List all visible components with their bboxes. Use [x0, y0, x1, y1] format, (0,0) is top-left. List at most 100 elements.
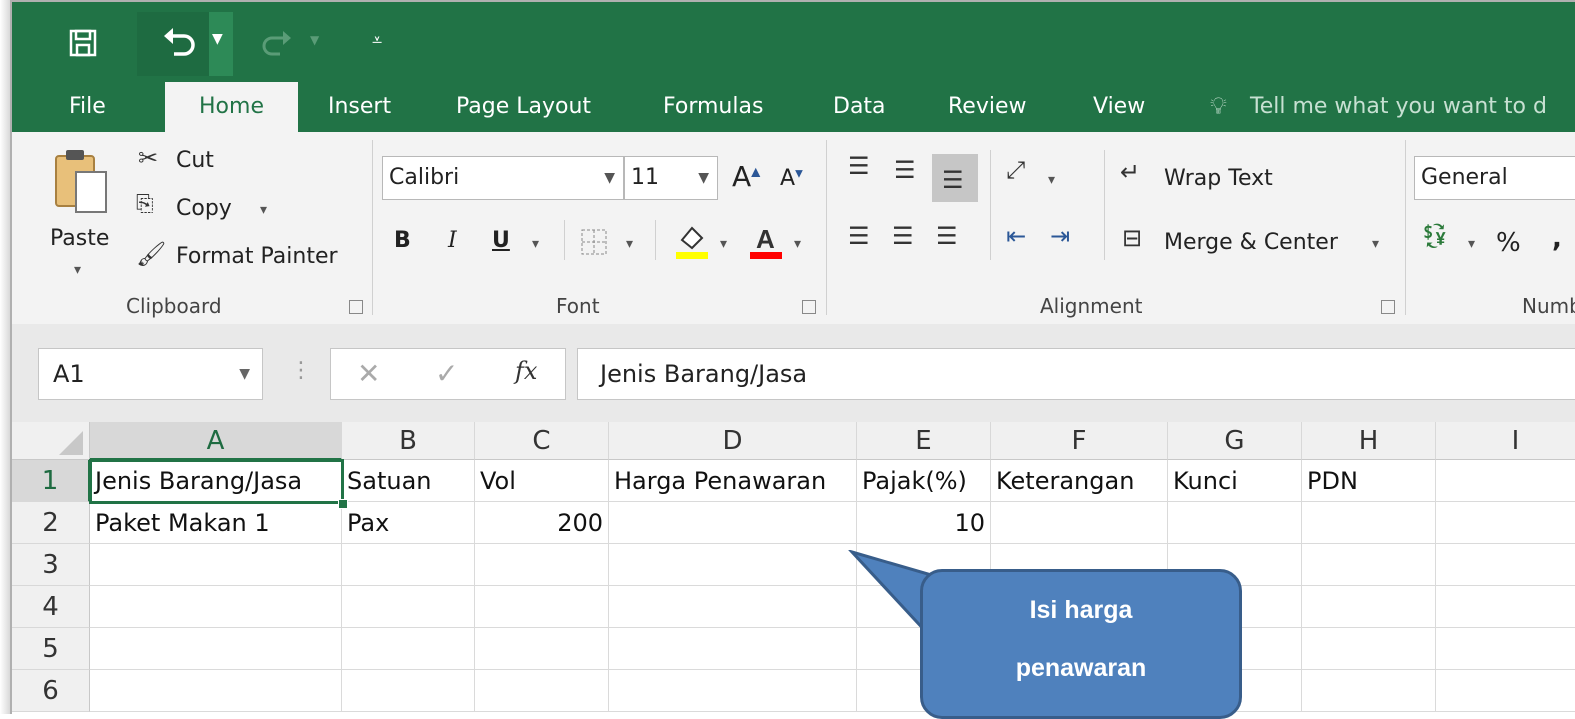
table-row[interactable]	[1436, 670, 1575, 712]
column-header[interactable]: I	[1436, 422, 1575, 460]
fill-color-icon[interactable]	[674, 222, 710, 260]
dialog-launcher-icon[interactable]	[802, 300, 816, 314]
cell-G1[interactable]: Kunci	[1168, 460, 1302, 502]
table-row[interactable]	[1436, 544, 1575, 586]
chevron-down-icon[interactable]: ▾	[720, 236, 727, 252]
cut-button[interactable]: Cut	[176, 148, 214, 173]
percent-button[interactable]: %	[1496, 228, 1521, 258]
table-row[interactable]	[1436, 628, 1575, 670]
chevron-down-icon[interactable]: ▾	[794, 236, 801, 252]
splitter-icon[interactable]: ⋮	[290, 358, 312, 383]
row-header[interactable]: 1	[12, 460, 90, 502]
cell-E1[interactable]: Pajak(%)	[857, 460, 991, 502]
cell-F2[interactable]	[991, 502, 1168, 544]
table-row[interactable]	[90, 628, 342, 670]
cell-D1[interactable]: Harga Penawaran	[609, 460, 857, 502]
cell-C1[interactable]: Vol	[475, 460, 609, 502]
table-row[interactable]	[342, 544, 475, 586]
save-button[interactable]	[68, 28, 98, 58]
column-header[interactable]: G	[1168, 422, 1302, 460]
table-row[interactable]	[475, 544, 609, 586]
column-header[interactable]: E	[857, 422, 991, 460]
cell-B1[interactable]: Satuan	[342, 460, 475, 502]
table-row[interactable]	[1302, 544, 1436, 586]
row-header[interactable]: 3	[12, 544, 90, 586]
table-row[interactable]	[342, 628, 475, 670]
table-row[interactable]	[475, 586, 609, 628]
decrease-indent-icon[interactable]: ⇤	[1006, 224, 1026, 248]
enter-icon[interactable]: ✓	[435, 357, 458, 390]
table-row[interactable]	[609, 628, 857, 670]
tell-me-search[interactable]: Tell me what you want to d	[1250, 82, 1547, 132]
row-header[interactable]: 5	[12, 628, 90, 670]
cell-D2[interactable]	[609, 502, 857, 544]
tab-home[interactable]: Home	[165, 82, 298, 132]
tab-data[interactable]: Data	[833, 82, 886, 132]
merge-center-button[interactable]: Merge & Center	[1164, 230, 1338, 255]
underline-button[interactable]: U	[492, 228, 510, 253]
cell-I2[interactable]	[1436, 502, 1575, 544]
table-row[interactable]	[475, 628, 609, 670]
chevron-down-icon[interactable]: ▾	[260, 202, 267, 218]
chevron-down-icon[interactable]: ▾	[1048, 172, 1055, 188]
table-row[interactable]	[90, 544, 342, 586]
bold-button[interactable]: B	[394, 228, 411, 253]
number-format-select[interactable]: General	[1414, 156, 1575, 200]
redo-icon[interactable]	[260, 28, 292, 56]
table-row[interactable]	[90, 586, 342, 628]
row-header[interactable]: 4	[12, 586, 90, 628]
orientation-icon[interactable]: ⤢	[1006, 158, 1025, 182]
cell-H1[interactable]: PDN	[1302, 460, 1436, 502]
align-right-icon[interactable]: ☰	[936, 224, 958, 248]
align-top-icon[interactable]: ☰	[848, 154, 870, 178]
tab-review[interactable]: Review	[948, 82, 1027, 132]
currency-icon[interactable]: 💱︎	[1420, 224, 1450, 248]
tab-file[interactable]: File	[69, 82, 106, 132]
align-left-icon[interactable]: ☰	[848, 224, 870, 248]
wrap-text-button[interactable]: Wrap Text	[1164, 166, 1273, 191]
tab-page-layout[interactable]: Page Layout	[456, 82, 591, 132]
format-painter-button[interactable]: Format Painter	[176, 244, 338, 269]
table-row[interactable]	[342, 670, 475, 712]
cell-H2[interactable]	[1302, 502, 1436, 544]
dialog-launcher-icon[interactable]	[1381, 300, 1395, 314]
chevron-down-icon[interactable]: ▾	[1468, 236, 1475, 252]
tab-formulas[interactable]: Formulas	[663, 82, 763, 132]
table-row[interactable]	[609, 670, 857, 712]
tab-insert[interactable]: Insert	[328, 82, 391, 132]
formula-input[interactable]: Jenis Barang/Jasa	[577, 348, 1575, 400]
cell-I1[interactable]	[1436, 460, 1575, 502]
copy-button[interactable]: Copy	[176, 196, 232, 221]
insert-function-button[interactable]: fx	[515, 357, 537, 385]
borders-icon[interactable]	[580, 228, 608, 256]
table-row[interactable]	[1302, 586, 1436, 628]
column-header[interactable]: A	[90, 422, 342, 460]
align-bottom-button[interactable]: ☰	[932, 154, 978, 202]
chevron-down-icon[interactable]: ▾	[1372, 236, 1379, 252]
paste-button[interactable]: Paste ▾	[48, 146, 118, 278]
align-center-icon[interactable]: ☰	[892, 224, 914, 248]
column-header[interactable]: D	[609, 422, 857, 460]
cell-F1[interactable]: Keterangan	[991, 460, 1168, 502]
grow-font-button[interactable]: A▲	[732, 160, 760, 193]
table-row[interactable]	[342, 586, 475, 628]
select-all-corner[interactable]	[12, 422, 90, 460]
name-box[interactable]: A1 ▼	[38, 348, 263, 400]
table-row[interactable]	[1302, 628, 1436, 670]
chevron-down-icon[interactable]: ▾	[626, 236, 633, 252]
cell-A2[interactable]: Paket Makan 1	[90, 502, 342, 544]
dialog-launcher-icon[interactable]	[349, 300, 363, 314]
column-header[interactable]: C	[475, 422, 609, 460]
font-size-select[interactable]: 11 ▼	[624, 156, 718, 200]
tab-view[interactable]: View	[1093, 82, 1145, 132]
table-row[interactable]	[90, 670, 342, 712]
customize-qat-icon[interactable]: ⩡	[372, 32, 382, 50]
table-row[interactable]	[1436, 586, 1575, 628]
font-color-icon[interactable]: A	[748, 222, 784, 260]
font-name-select[interactable]: Calibri ▼	[382, 156, 624, 200]
cancel-icon[interactable]: ✕	[357, 357, 380, 390]
cell-B2[interactable]: Pax	[342, 502, 475, 544]
column-header[interactable]: B	[342, 422, 475, 460]
row-header[interactable]: 2	[12, 502, 90, 544]
column-header[interactable]: F	[991, 422, 1168, 460]
